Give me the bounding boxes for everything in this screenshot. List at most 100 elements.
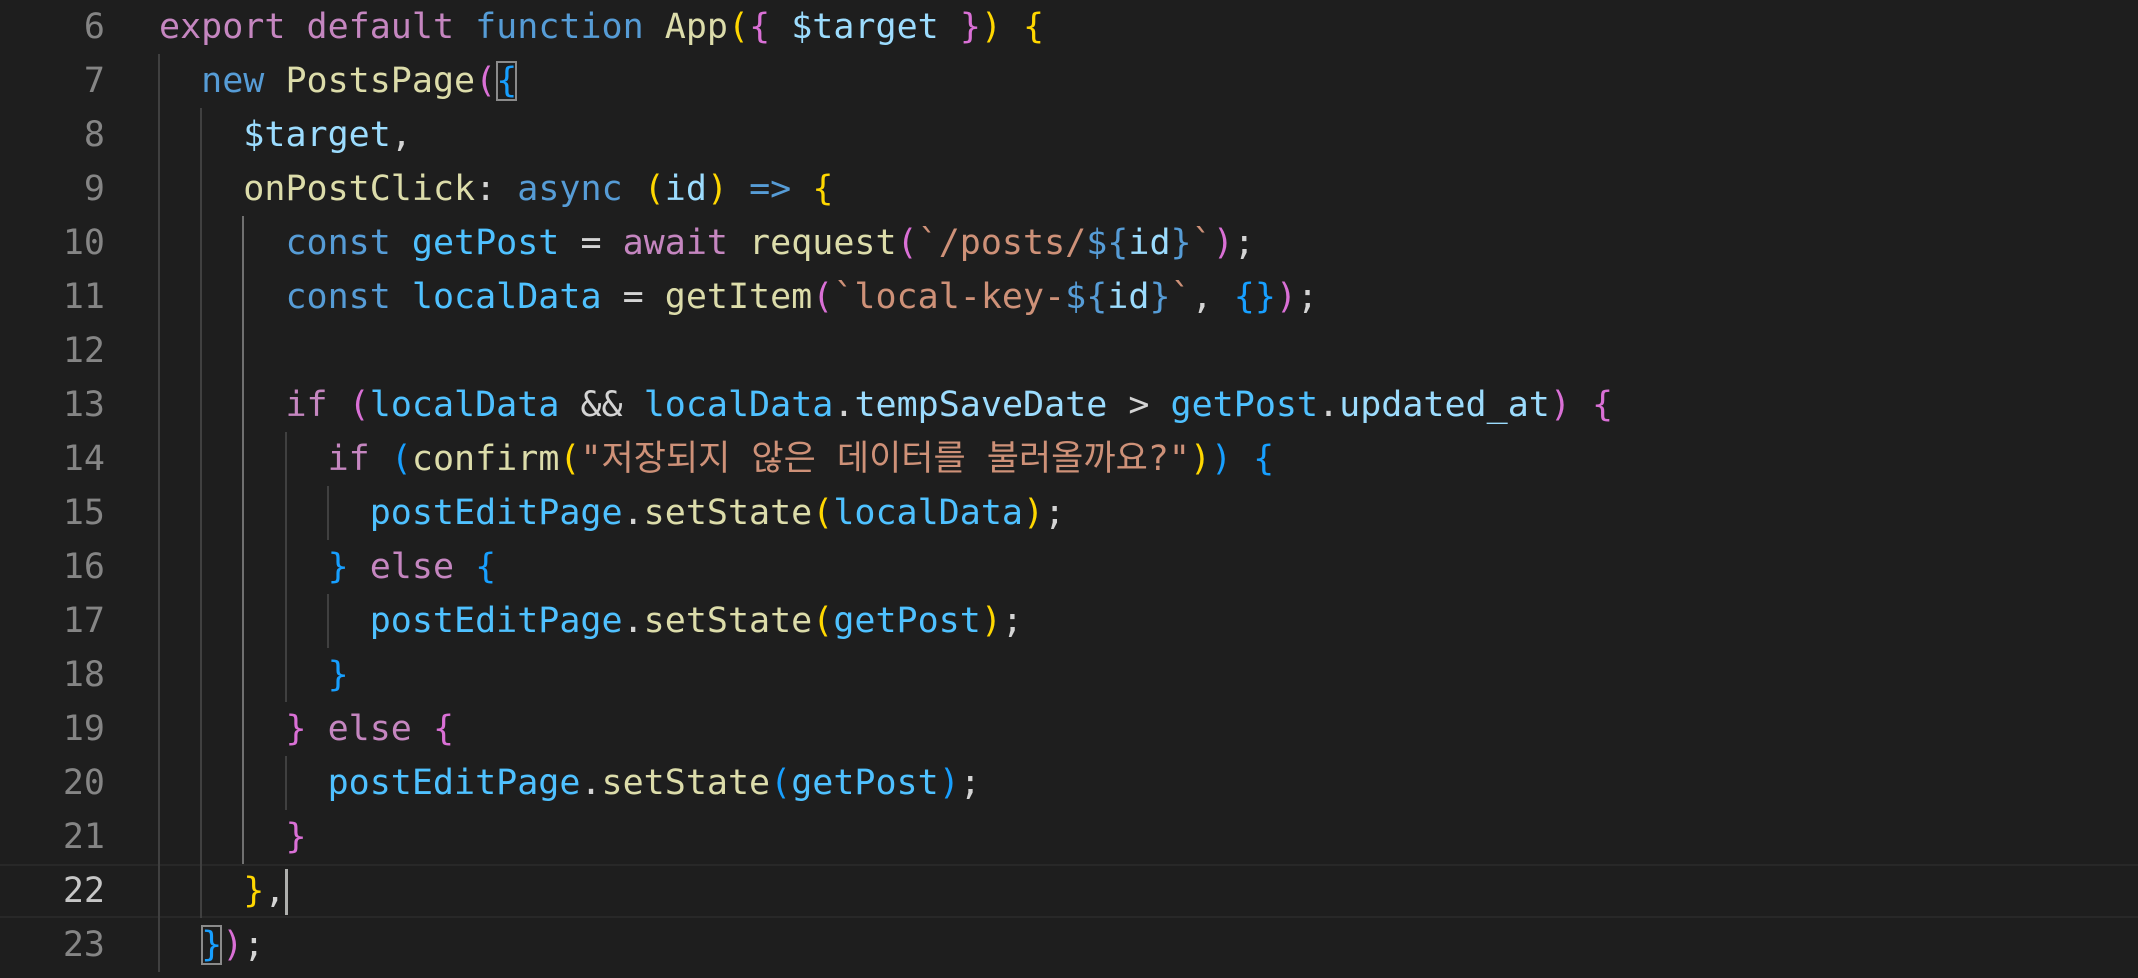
code-token: ( [559,439,581,479]
code-token: const [285,223,391,263]
code-token: setState [643,493,813,533]
indent-guide [200,108,203,918]
code-token: setState [643,601,813,641]
code-token: , [1191,277,1234,317]
code-token: } [285,817,307,857]
code-line[interactable]: 10 const getPost = await request(`/posts… [0,216,2138,270]
line-number: 14 [62,439,105,479]
code-token: ; [1297,277,1319,317]
code-token: PostsPage [285,61,476,101]
code-token: : [475,169,518,209]
code-token: tempSaveDate [854,385,1108,425]
line-number: 7 [83,61,105,101]
code-line[interactable]: 9 onPostClick: async (id) => { [0,162,2138,216]
indent-guide [284,756,287,810]
line-number: 23 [62,925,105,965]
code-token: } [959,7,981,47]
code-line[interactable]: 23 }); [0,918,2138,972]
code-line[interactable]: 7 new PostsPage({ [0,54,2138,108]
code-token: ( [812,601,834,641]
code-token: ; [1233,223,1255,263]
line-code: } [159,648,349,702]
line-number: 22 [62,871,105,911]
line-number: 11 [62,277,105,317]
code-line[interactable]: 17 postEditPage.setState(getPost); [0,594,2138,648]
code-token: = [559,223,623,263]
code-token: getPost [411,223,560,263]
line-code: postEditPage.setState(getPost); [159,594,1023,648]
code-line[interactable]: 22 }, [0,864,2138,918]
code-token: localData [643,385,834,425]
line-code: const localData = getItem(`local-key-${i… [159,270,1318,324]
line-number: 8 [83,115,105,155]
line-code: if (confirm("저장되지 않은 데이터를 불러올까요?")) { [159,432,1275,486]
code-token: ) [1212,223,1234,263]
code-token: } [1170,223,1192,263]
code-token: id [1107,277,1150,317]
code-line[interactable]: 18 } [0,648,2138,702]
code-line[interactable]: 6 export default function App({ $target }… [0,0,2138,54]
code-token: , [390,115,412,155]
line-code: } [159,810,307,864]
line-number: 17 [62,601,105,641]
line-number: 19 [62,709,105,749]
indent-guide [284,432,287,702]
code-line[interactable]: 16 } else { [0,540,2138,594]
code-token: export [159,7,286,47]
code-token: ( [390,439,412,479]
code-line[interactable]: 20 postEditPage.setState(getPost); [0,756,2138,810]
code-token: ` [1170,277,1192,317]
code-line[interactable]: 13 if (localData && localData.tempSaveDa… [0,378,2138,432]
code-token: postEditPage [369,601,623,641]
code-line[interactable]: 14 if (confirm("저장되지 않은 데이터를 불러올까요?")) { [0,432,2138,486]
code-token: ) [222,925,244,965]
line-code: postEditPage.setState(localData); [159,486,1065,540]
code-token: else [327,709,412,749]
code-token: new [201,61,265,101]
code-token: id [664,169,707,209]
code-token: } [201,925,223,965]
code-token: { [432,709,455,749]
code-token: ) [1549,385,1571,425]
code-line[interactable]: 11 const localData = getItem(`local-key-… [0,270,2138,324]
code-line[interactable]: 21 } [0,810,2138,864]
code-token: getPost [1170,385,1319,425]
code-token: , [264,871,286,911]
line-code: } else { [159,702,454,756]
code-editor[interactable]: 6 export default function App({ $target }… [0,0,2138,978]
code-token: { [812,169,834,209]
line-number: 21 [62,817,105,857]
code-token: else [369,547,455,587]
code-token: { [475,547,497,587]
indent-guide [158,54,160,972]
line-code: $target, [159,108,412,162]
code-token: { [1023,7,1045,47]
code-token: id [1128,223,1171,263]
code-line[interactable]: 19 } else { [0,702,2138,756]
line-code: if (localData && localData.tempSaveDate … [159,378,1613,432]
text-cursor [285,869,289,915]
code-token: const [285,277,391,317]
code-line[interactable]: 8 $target, [0,108,2138,162]
code-token: localData [369,385,560,425]
line-code: postEditPage.setState(getPost); [159,756,981,810]
code-token: ( [812,493,834,533]
code-token: ( [643,169,665,209]
code-token: ) [1211,439,1233,479]
code-token: postEditPage [327,763,581,803]
code-token: getPost [833,601,981,641]
code-token: ${ [1086,223,1129,263]
code-line[interactable]: 15 postEditPage.setState(localData); [0,486,2138,540]
code-line[interactable]: 12 [0,324,2138,378]
